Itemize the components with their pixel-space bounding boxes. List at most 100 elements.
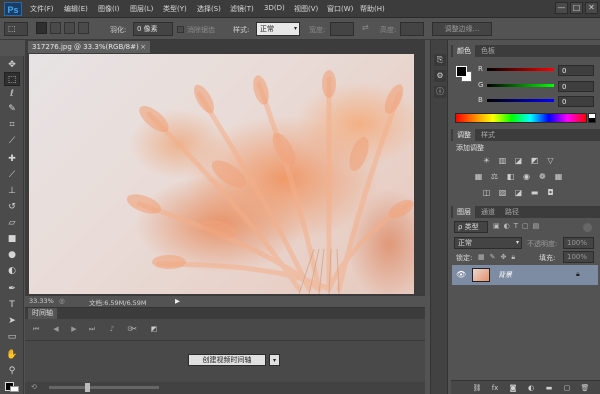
tab-adjustments[interactable]: 调整: [453, 129, 475, 141]
style-select[interactable]: 正常 ▾: [256, 22, 300, 36]
green-channel-input[interactable]: 0: [558, 81, 594, 92]
timeline-tab[interactable]: 时间轴: [28, 308, 57, 319]
intersect-selection-icon[interactable]: [78, 22, 89, 34]
threshold-icon[interactable]: ◪: [513, 188, 524, 198]
menu-filter[interactable]: 滤镜(T): [230, 4, 254, 14]
menu-select[interactable]: 选择(S): [197, 4, 221, 14]
pen-tool-icon[interactable]: ✒: [4, 282, 20, 296]
menu-3d[interactable]: 3D(D): [264, 4, 285, 12]
history-brush-tool-icon[interactable]: ↺: [4, 200, 20, 214]
menu-type[interactable]: 类型(Y): [163, 4, 187, 14]
menu-edit[interactable]: 编辑(E): [64, 4, 88, 14]
hand-tool-icon[interactable]: ✋: [4, 348, 20, 362]
new-layer-icon[interactable]: ▢: [561, 383, 573, 393]
type-tool-icon[interactable]: T: [4, 298, 20, 312]
invert-icon[interactable]: ◫: [481, 188, 492, 198]
zoom-level[interactable]: 33.33%: [29, 297, 54, 305]
photo-filter-icon[interactable]: ◉: [521, 172, 532, 182]
refine-edge-button[interactable]: 调整边缘...: [432, 22, 492, 36]
create-video-timeline-button[interactable]: 创建视频时间轴: [188, 354, 266, 366]
background-color-swatch[interactable]: [10, 386, 19, 392]
type-filter-icon[interactable]: T: [514, 222, 518, 230]
play-icon[interactable]: ▶: [69, 324, 79, 334]
brightness-icon[interactable]: ☀: [481, 156, 492, 166]
height-input[interactable]: [400, 22, 424, 36]
layer-name[interactable]: 背景: [498, 270, 512, 280]
menu-image[interactable]: 图像(I): [98, 4, 120, 14]
timeline-dropdown-button[interactable]: ▾: [269, 354, 280, 366]
opacity-input[interactable]: 100%: [563, 237, 594, 249]
swap-arrows-icon[interactable]: ⇄: [362, 23, 369, 32]
dodge-tool-icon[interactable]: ◐: [4, 264, 20, 278]
visibility-eye-icon[interactable]: 👁︎: [456, 270, 466, 279]
brush-tool-icon[interactable]: ⟋: [4, 168, 20, 182]
rectangle-tool-icon[interactable]: ▭: [4, 330, 20, 344]
properties-panel-icon[interactable]: ⚙: [434, 70, 446, 82]
lasso-tool-icon[interactable]: ℓ: [4, 87, 20, 101]
gradient-map-icon[interactable]: ▬: [529, 188, 540, 198]
feather-input[interactable]: 0 像素: [133, 22, 173, 36]
adjustment-layer-icon[interactable]: ◐: [525, 383, 537, 393]
info-panel-icon[interactable]: ⓘ: [434, 86, 446, 98]
tab-color[interactable]: 颜色: [453, 45, 475, 57]
smart-object-filter-icon[interactable]: ▤: [533, 222, 540, 230]
next-frame-icon[interactable]: ⏭: [87, 324, 97, 334]
quick-select-tool-icon[interactable]: ✎: [4, 102, 20, 116]
layer-row-background[interactable]: 👁︎ 背景 🔒︎: [452, 265, 598, 285]
tab-paths[interactable]: 路径: [501, 206, 523, 218]
path-select-tool-icon[interactable]: ➤: [4, 314, 20, 328]
maximize-button[interactable]: □: [570, 2, 583, 14]
timeline-loop-icon[interactable]: ⟲: [31, 383, 37, 391]
status-info-icon[interactable]: ◎: [59, 297, 65, 305]
selective-color-icon[interactable]: ◘: [545, 188, 556, 198]
history-panel-icon[interactable]: ⎘: [434, 54, 446, 66]
close-button[interactable]: ✕: [585, 2, 598, 14]
menu-window[interactable]: 窗口(W): [327, 4, 353, 14]
eraser-tool-icon[interactable]: ▱: [4, 216, 20, 230]
tab-styles[interactable]: 样式: [477, 129, 499, 141]
blue-channel-slider[interactable]: [487, 99, 554, 102]
adjustment-filter-icon[interactable]: ◐: [504, 222, 510, 230]
tab-swatches[interactable]: 色板: [477, 45, 499, 57]
subtract-selection-icon[interactable]: [64, 22, 75, 34]
blue-channel-input[interactable]: 0: [558, 96, 594, 107]
new-group-icon[interactable]: ▬: [543, 383, 555, 393]
blur-tool-icon[interactable]: ●: [4, 248, 20, 262]
fill-input[interactable]: 100%: [563, 251, 594, 263]
pixel-filter-icon[interactable]: ▣: [493, 222, 500, 230]
timeline-zoom-slider[interactable]: [49, 386, 159, 389]
green-channel-slider[interactable]: [487, 84, 554, 87]
eyedropper-tool-icon[interactable]: ⟋: [4, 134, 20, 148]
menu-view[interactable]: 视图(V): [294, 4, 318, 14]
black-white-icon[interactable]: ◧: [505, 172, 516, 182]
layer-mask-icon[interactable]: ◙: [507, 383, 519, 393]
tab-layers[interactable]: 图层: [453, 206, 475, 218]
shape-filter-icon[interactable]: ▢: [522, 222, 529, 230]
vibrance-icon[interactable]: ▽: [545, 156, 556, 166]
audio-icon[interactable]: ♪: [107, 324, 117, 334]
layer-filter-select[interactable]: ρ 类型: [454, 221, 488, 233]
layer-style-fx-icon[interactable]: fx: [489, 383, 501, 393]
clone-stamp-tool-icon[interactable]: ⊥: [4, 184, 20, 198]
scissors-icon[interactable]: ✂: [129, 324, 139, 334]
tab-channels[interactable]: 通道: [477, 206, 499, 218]
lock-position-icon[interactable]: ✥: [501, 253, 507, 262]
prev-frame-icon[interactable]: ◀: [51, 324, 61, 334]
red-channel-input[interactable]: 0: [558, 65, 594, 76]
menu-layer[interactable]: 图层(L): [130, 4, 153, 14]
lock-pixels-icon[interactable]: ✎: [490, 253, 496, 262]
link-layers-icon[interactable]: ⛓: [471, 383, 483, 393]
red-channel-slider[interactable]: [487, 68, 554, 71]
curves-icon[interactable]: ◪: [513, 156, 524, 166]
black-white-ramp[interactable]: [588, 113, 596, 123]
color-foreground-swatch-front[interactable]: [456, 66, 467, 77]
first-frame-icon[interactable]: ⏮: [31, 324, 41, 334]
width-input[interactable]: [330, 22, 354, 36]
document-tab[interactable]: 317276.jpg @ 33.3%(RGB/8#) ×: [28, 41, 150, 53]
transition-icon[interactable]: ◩: [149, 324, 159, 334]
color-spectrum-ramp[interactable]: [455, 113, 587, 123]
add-selection-icon[interactable]: [50, 22, 61, 34]
zoom-tool-icon[interactable]: ⚲: [4, 364, 20, 378]
channel-mixer-icon[interactable]: ❁: [537, 172, 548, 182]
exposure-icon[interactable]: ◩: [529, 156, 540, 166]
